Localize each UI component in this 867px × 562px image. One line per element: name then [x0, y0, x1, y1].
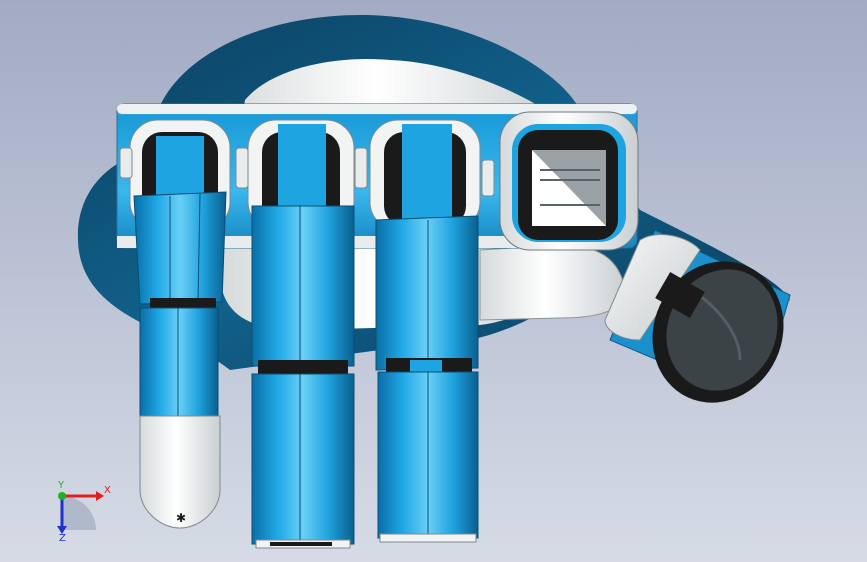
x-axis-label: X — [104, 485, 111, 496]
index-middle-spacer — [235, 147, 249, 189]
thumb-base-connector — [479, 244, 626, 321]
ring-knuckle-socket — [369, 119, 481, 231]
hand-model-render[interactable]: ✱ — [0, 0, 867, 562]
svg-text:✱: ✱ — [176, 511, 186, 525]
index-finger: ✱ — [133, 191, 227, 529]
middle-ring-spacer — [354, 147, 368, 189]
y-axis-label: Y — [58, 480, 65, 491]
cad-graphics-viewport[interactable]: ✱ X Y Z — [0, 0, 867, 562]
ring-pinky-spacer — [481, 159, 495, 197]
middle-finger — [251, 205, 355, 549]
left-side-knob — [119, 147, 133, 179]
ring-finger — [375, 215, 479, 543]
y-axis-indicator — [58, 492, 66, 500]
z-axis-label: Z — [59, 533, 66, 544]
actuator-module — [499, 111, 639, 251]
